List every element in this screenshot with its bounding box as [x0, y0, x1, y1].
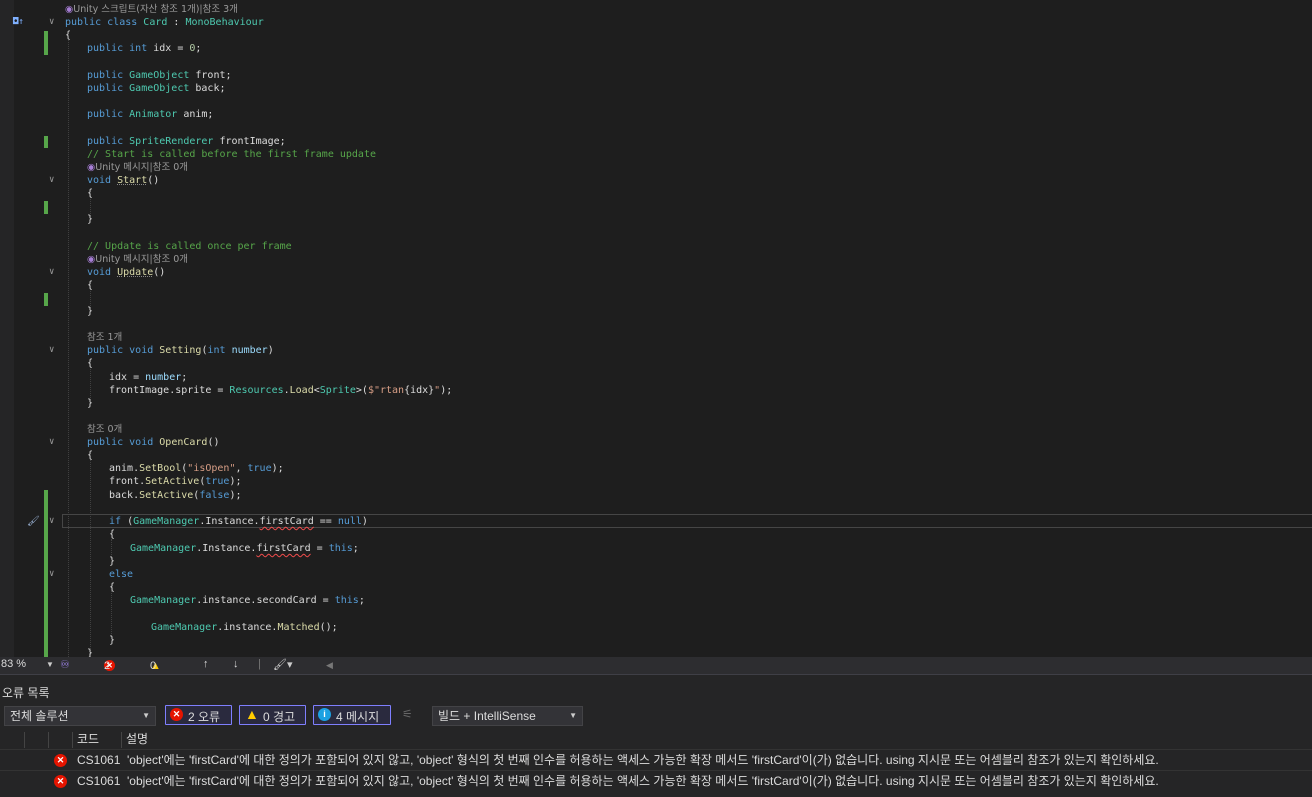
codelens-line: ◉Unity 스크립트(자산 참조 1개)|참조 3개 — [0, 3, 1312, 16]
error-code: CS1061 — [77, 774, 121, 788]
code-line: ∨ public void Setting(int number) — [49, 345, 274, 356]
error-code: CS1061 — [77, 753, 121, 767]
code-line: { — [87, 358, 94, 369]
divider: | — [258, 658, 261, 670]
table-header: 코드 설명 — [0, 730, 1312, 749]
codelens-line: ◉Unity 메시지|참조 0개 — [0, 253, 1312, 266]
codelens-line: ◉Unity 메시지|참조 0개 — [0, 161, 1312, 174]
error-description: 'object'에는 'firstCard'에 대한 정의가 포함되어 있지 않… — [127, 753, 1159, 767]
error-circle-icon: ✕ — [54, 754, 67, 767]
codelens[interactable]: 참조 0개 — [87, 423, 122, 436]
warning-triangle-icon: ▲ — [245, 706, 259, 722]
code-cleanup-brush-icon[interactable]: 🖌▾ — [273, 658, 293, 671]
codelens[interactable]: ◉Unity 스크립트(자산 참조 1개)|참조 3개 — [65, 3, 238, 16]
editor-statusbar: 83 % ▼ ♾ ✕ 2 ▲ 0 ↑ ↓ | 🖌▾ ◀ — [0, 657, 1312, 675]
code-line: 🖌 ∨ if (GameManager.Instance.firstCard == … — [27, 515, 368, 528]
code-line: ∨ else — [49, 569, 134, 580]
code-line: public int idx = 0; — [87, 43, 202, 54]
code-line: } — [109, 635, 116, 646]
code-line: { — [87, 450, 94, 461]
chevron-down-icon: ▼ — [142, 711, 150, 720]
code-line: GameManager.instance.secondCard = this; — [130, 595, 365, 606]
code-line: frontImage.sprite = Resources.Load<Sprit… — [109, 385, 453, 396]
error-description: 'object'에는 'firstCard'에 대한 정의가 포함되어 있지 않… — [127, 774, 1159, 788]
code-line: idx = number; — [109, 372, 188, 383]
code-line: // Update is called once per frame — [87, 241, 292, 252]
codelens[interactable]: 참조 1개 — [87, 331, 122, 344]
codelens-line: 참조 1개 — [0, 331, 1312, 344]
code-line: back.SetActive(false); — [109, 490, 242, 501]
scroll-left-icon[interactable]: ◀ — [326, 660, 333, 671]
code-line: ∨ public void OpenCard() — [49, 437, 220, 448]
code-line: ◘↑ ∨ public class Card : MonoBehaviour — [13, 16, 264, 29]
code-line: // Start is called before the first fram… — [87, 149, 376, 160]
code-line: ∨ void Start() — [49, 175, 160, 186]
code-line: } — [87, 398, 94, 409]
prev-issue-arrow-icon[interactable]: ↑ — [203, 658, 209, 670]
column-code-header[interactable]: 코드 — [77, 730, 99, 749]
scope-dropdown[interactable]: 전체 솔루션 ▼ — [4, 706, 156, 726]
code-line: { — [65, 30, 72, 41]
error-list-panel: 오류 목록 전체 솔루션 ▼ ✕ 2 오류 ▲ 0 경고 i4 메시지 ⚟ 빌드 + … — [0, 675, 1312, 797]
code-line: public GameObject back; — [87, 83, 226, 94]
code-line: GameManager.instance.Matched(); — [151, 622, 338, 633]
code-line: public Animator anim; — [87, 109, 214, 120]
quick-actions-brush-icon[interactable]: 🖌 — [27, 515, 40, 528]
codelens[interactable]: ◉Unity 메시지|참조 0개 — [87, 161, 188, 174]
code-line: ∨ void Update() — [49, 267, 166, 278]
zoom-dropdown-icon[interactable]: ▼ — [46, 660, 54, 669]
code-line: } — [109, 556, 116, 567]
chevron-down-icon: ▼ — [569, 711, 577, 720]
info-circle-icon: i — [318, 708, 331, 721]
column-description-header[interactable]: 설명 — [126, 730, 148, 749]
implements-icon[interactable]: ◘↑ — [13, 16, 24, 29]
errors-filter-button[interactable]: ✕ 2 오류 — [165, 705, 232, 725]
code-line: public GameObject front; — [87, 70, 232, 81]
code-line: { — [109, 529, 116, 540]
code-line: anim.SetBool("isOpen", true); — [109, 463, 284, 474]
panel-title: 오류 목록 — [2, 686, 50, 700]
table-row[interactable]: ✕ CS1061 'object'에는 'firstCard'에 대한 정의가 … — [0, 770, 1312, 792]
code-line: { — [109, 582, 116, 593]
next-issue-arrow-icon[interactable]: ↓ — [233, 658, 239, 670]
code-line: { — [87, 188, 94, 199]
code-editor[interactable]: ◉Unity 스크립트(자산 참조 1개)|참조 3개 ◘↑ ∨ public cl… — [0, 0, 1312, 657]
zoom-level[interactable]: 83 % — [1, 658, 26, 670]
code-line: } — [87, 306, 94, 317]
error-circle-icon: ✕ — [54, 775, 67, 788]
code-line: GameManager.Instance.firstCard = this; — [130, 543, 359, 554]
filter-icon[interactable]: ⚟ — [402, 707, 413, 721]
codelens-line: 참조 0개 — [0, 423, 1312, 436]
copilot-icon[interactable]: ♾ — [60, 658, 70, 671]
messages-filter-button[interactable]: i4 메시지 — [313, 705, 391, 725]
warnings-filter-button[interactable]: ▲ 0 경고 — [239, 705, 306, 725]
code-line: public SpriteRenderer frontImage; — [87, 136, 286, 147]
build-filter-dropdown[interactable]: 빌드 + IntelliSense ▼ — [432, 706, 583, 726]
code-line: front.SetActive(true); — [109, 476, 242, 487]
table-row[interactable]: ✕ CS1061 'object'에는 'firstCard'에 대한 정의가 … — [0, 749, 1312, 771]
code-line: } — [87, 648, 94, 657]
error-circle-icon: ✕ — [170, 708, 183, 721]
code-line: } — [87, 214, 94, 225]
code-line: { — [87, 280, 94, 291]
codelens[interactable]: ◉Unity 메시지|참조 0개 — [87, 253, 188, 266]
